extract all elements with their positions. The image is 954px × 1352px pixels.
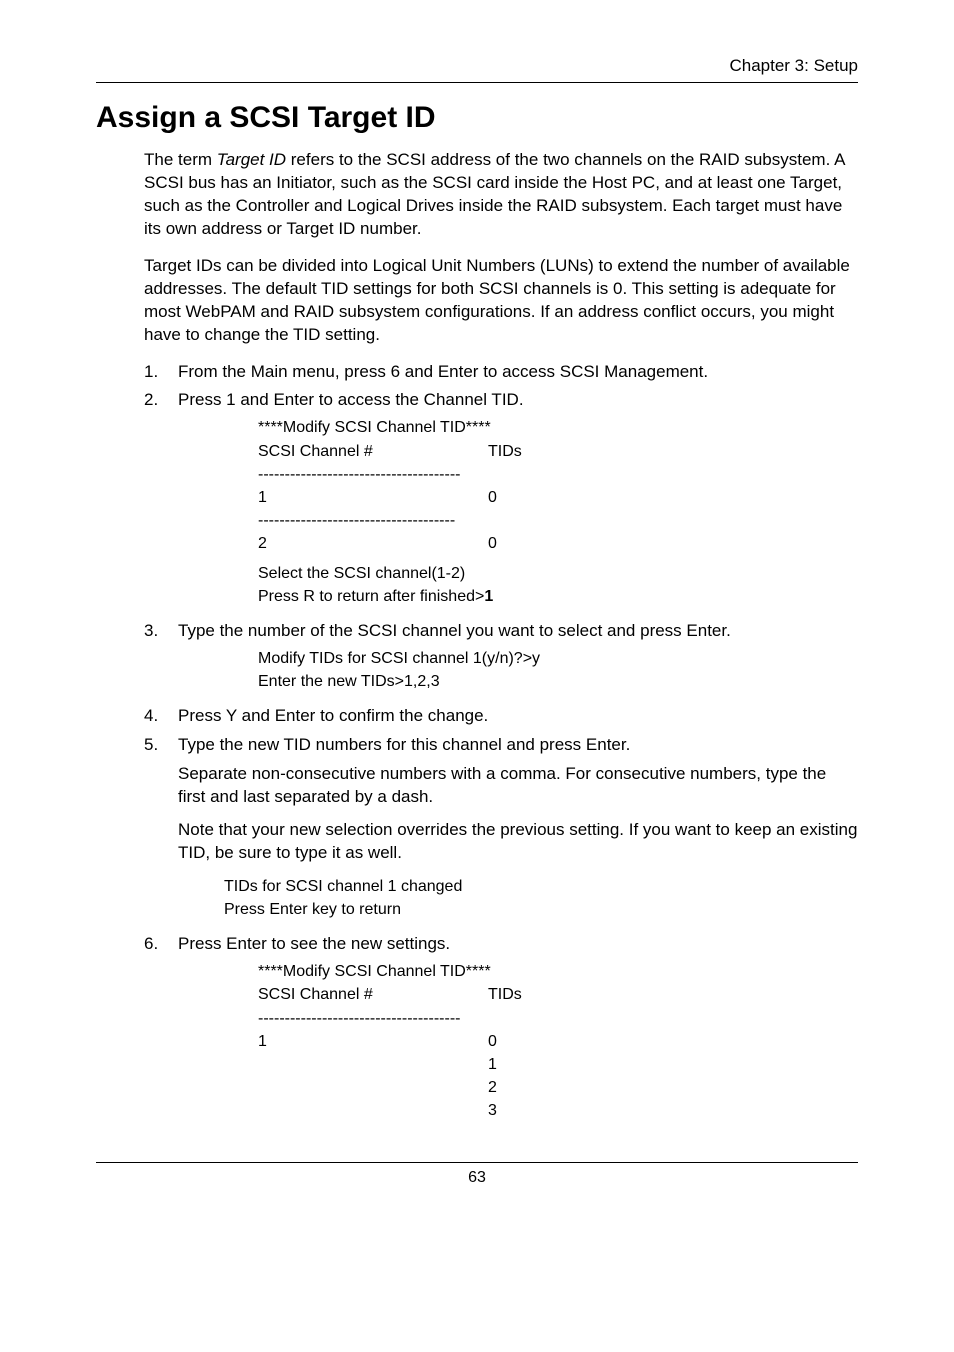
s6-row2-tid: 1 bbox=[488, 1053, 548, 1076]
page-number: 63 bbox=[96, 1169, 858, 1187]
step-5-sub2: Note that your new selection overrides t… bbox=[178, 819, 858, 865]
s2-row1-tid: 0 bbox=[488, 486, 548, 509]
step-5-num: 5. bbox=[144, 734, 178, 927]
s2-rule1: -------------------------------------- bbox=[258, 463, 858, 486]
s6-row4-tid: 3 bbox=[488, 1099, 548, 1122]
step-3-num: 3. bbox=[144, 620, 178, 699]
step-1-num: 1. bbox=[144, 361, 178, 384]
step-3-text: Type the number of the SCSI channel you … bbox=[178, 620, 858, 643]
s2-col-channel: SCSI Channel # bbox=[258, 440, 488, 463]
step-6-output: ****Modify SCSI Channel TID**** SCSI Cha… bbox=[258, 960, 858, 1122]
step-2-text: Press 1 and Enter to access the Channel … bbox=[178, 389, 858, 412]
step-6-num: 6. bbox=[144, 933, 178, 1128]
s6-row3-blank bbox=[258, 1076, 488, 1099]
step-5-output: TIDs for SCSI channel 1 changed Press En… bbox=[224, 875, 858, 921]
intro-p1a: The term bbox=[144, 150, 217, 169]
s5-line2: Press Enter key to return bbox=[224, 898, 858, 921]
step-6: 6. Press Enter to see the new settings. … bbox=[144, 933, 858, 1128]
s2-row1-ch: 1 bbox=[258, 486, 488, 509]
s2-rule2: ------------------------------------- bbox=[258, 509, 858, 532]
step-3-output: Modify TIDs for SCSI channel 1(y/n)?>y E… bbox=[258, 647, 858, 693]
step-5-text: Type the new TID numbers for this channe… bbox=[178, 734, 858, 757]
s6-row3-tid: 2 bbox=[488, 1076, 548, 1099]
s6-col-tids: TIDs bbox=[488, 983, 548, 1006]
s2-line1: ****Modify SCSI Channel TID**** bbox=[258, 416, 858, 439]
step-2-num: 2. bbox=[144, 389, 178, 613]
step-2: 2. Press 1 and Enter to access the Chann… bbox=[144, 389, 858, 613]
step-5: 5. Type the new TID numbers for this cha… bbox=[144, 734, 858, 927]
s6-row1-tid: 0 bbox=[488, 1030, 548, 1053]
step-4-num: 4. bbox=[144, 705, 178, 728]
footer-rule bbox=[96, 1162, 858, 1163]
s6-row4-blank bbox=[258, 1099, 488, 1122]
intro-para-1: The term Target ID refers to the SCSI ad… bbox=[144, 149, 858, 241]
s2-select: Select the SCSI channel(1-2) bbox=[258, 562, 858, 585]
step-1-text: From the Main menu, press 6 and Enter to… bbox=[178, 361, 858, 384]
step-4: 4. Press Y and Enter to confirm the chan… bbox=[144, 705, 858, 728]
s6-row2-blank bbox=[258, 1053, 488, 1076]
s6-row1-ch: 1 bbox=[258, 1030, 488, 1053]
s6-rule: -------------------------------------- bbox=[258, 1007, 858, 1030]
chapter-header: Chapter 3: Setup bbox=[96, 56, 858, 76]
s3-line1: Modify TIDs for SCSI channel 1(y/n)?>y bbox=[258, 647, 858, 670]
step-5-sub1: Separate non-consecutive numbers with a … bbox=[178, 763, 858, 809]
step-2-output: ****Modify SCSI Channel TID**** SCSI Cha… bbox=[258, 416, 858, 608]
s6-col-channel: SCSI Channel # bbox=[258, 983, 488, 1006]
s6-line1: ****Modify SCSI Channel TID**** bbox=[258, 960, 858, 983]
step-1: 1. From the Main menu, press 6 and Enter… bbox=[144, 361, 858, 384]
steps-list: 1. From the Main menu, press 6 and Enter… bbox=[144, 361, 858, 1129]
header-rule bbox=[96, 82, 858, 83]
page: Chapter 3: Setup Assign a SCSI Target ID… bbox=[0, 0, 954, 1352]
body: The term Target ID refers to the SCSI ad… bbox=[144, 149, 858, 1128]
page-title: Assign a SCSI Target ID bbox=[96, 101, 858, 135]
s2-row2-tid: 0 bbox=[488, 532, 548, 555]
step-4-text: Press Y and Enter to confirm the change. bbox=[178, 705, 858, 728]
step-6-text: Press Enter to see the new settings. bbox=[178, 933, 858, 956]
intro-p1-italic: Target ID bbox=[217, 150, 286, 169]
s2-col-tids: TIDs bbox=[488, 440, 548, 463]
step-3: 3. Type the number of the SCSI channel y… bbox=[144, 620, 858, 699]
s2-row2-ch: 2 bbox=[258, 532, 488, 555]
s3-line2: Enter the new TIDs>1,2,3 bbox=[258, 670, 858, 693]
s5-line1: TIDs for SCSI channel 1 changed bbox=[224, 875, 858, 898]
s2-press-input: 1 bbox=[484, 588, 493, 605]
intro-para-2: Target IDs can be divided into Logical U… bbox=[144, 255, 858, 347]
s2-press: Press R to return after finished> bbox=[258, 588, 484, 605]
